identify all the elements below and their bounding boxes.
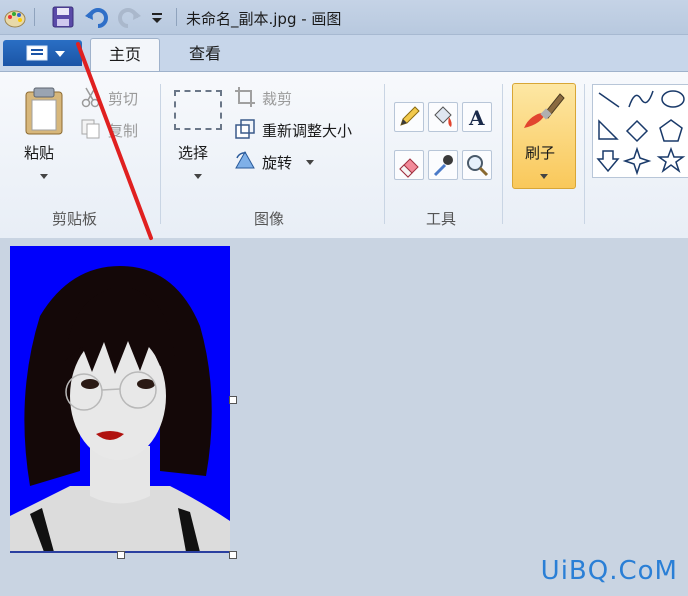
watermark: UiBQ.CoM [540,556,678,586]
annotation-arrow [76,42,153,240]
